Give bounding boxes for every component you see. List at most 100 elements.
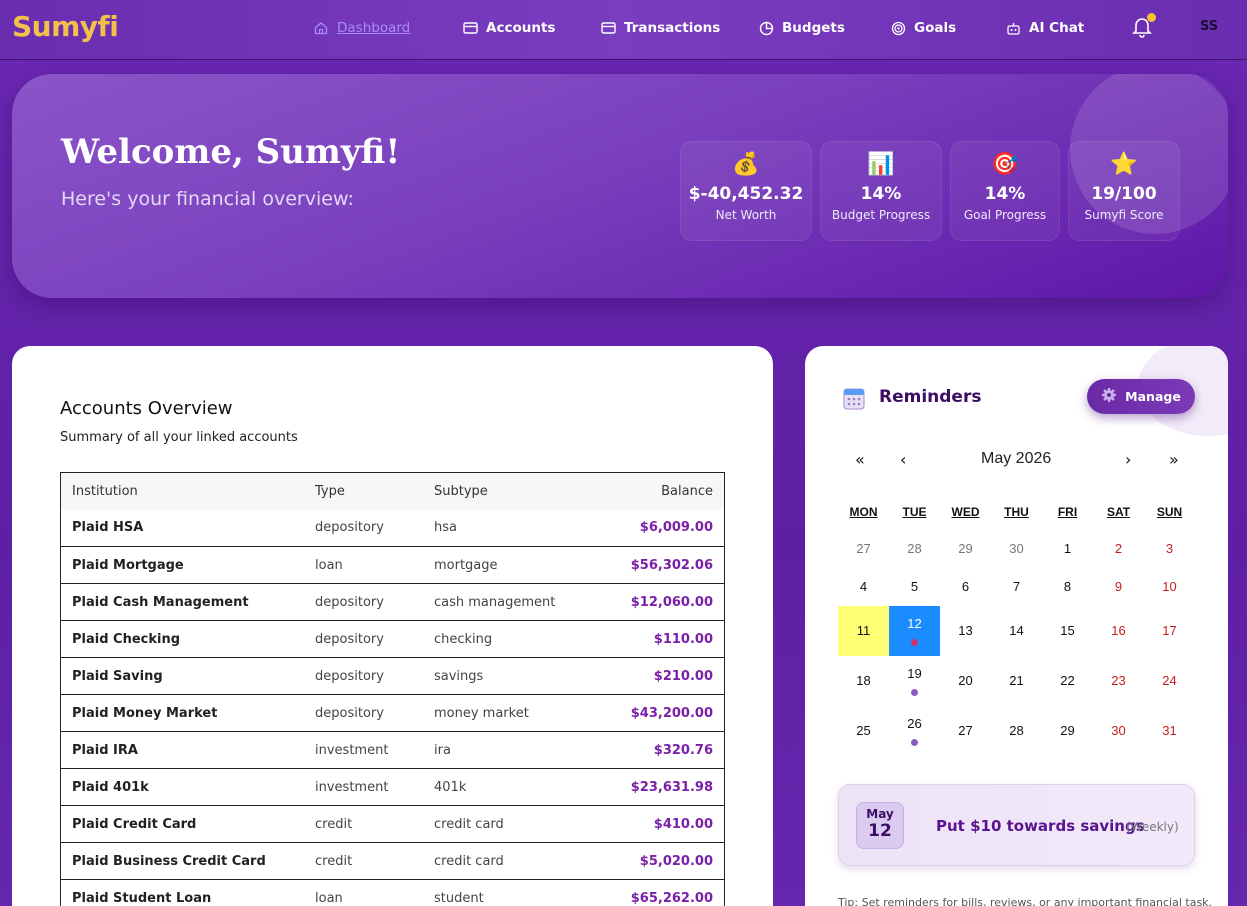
day-number: 29 — [958, 541, 973, 556]
calendar-day[interactable]: 10 — [1144, 568, 1195, 606]
calendar-week-row: 27 28 29 30 1 2 3 — [838, 530, 1195, 568]
column-header[interactable]: Type — [303, 472, 422, 510]
calendar-day[interactable]: 24 — [1144, 656, 1195, 706]
table-row[interactable]: Plaid Credit Card credit credit card $410.0… — [60, 805, 725, 843]
reminder-dot — [911, 689, 918, 696]
calendar-day[interactable]: 3 — [1144, 530, 1195, 568]
type-cell: loan — [303, 546, 422, 584]
calendar-day-outside[interactable]: 30 — [991, 530, 1042, 568]
nav-budgets[interactable]: Budgets — [758, 17, 845, 39]
type-cell: loan — [303, 879, 422, 906]
reminders-card: Reminders Manage « ‹ May 2026 › » MON TU… — [805, 346, 1228, 906]
calendar-month-label[interactable]: May 2026 — [981, 450, 1051, 468]
calendar-day[interactable]: 14 — [991, 606, 1042, 656]
balance-cell: $110.00 — [592, 620, 725, 658]
calendar-day[interactable]: 9 — [1093, 568, 1144, 606]
nav-ai-chat[interactable]: AI Chat — [1005, 17, 1084, 39]
institution-cell: Plaid Checking — [60, 620, 303, 658]
table-row[interactable]: Plaid Saving depository savings $210.00 — [60, 657, 725, 695]
calendar-day[interactable]: 30 — [1093, 706, 1144, 756]
nav-accounts[interactable]: Accounts — [462, 17, 555, 39]
institution-cell: Plaid Mortgage — [60, 546, 303, 584]
calendar-grid: MON TUE WED THU FRI SAT SUN 27 28 29 30 1 2 3 4… — [838, 494, 1195, 756]
calendar-day[interactable]: 26 — [889, 706, 940, 756]
nav-transactions[interactable]: Transactions — [600, 17, 720, 39]
calendar-day[interactable]: 28 — [991, 706, 1042, 756]
calendar-day[interactable]: 8 — [1042, 568, 1093, 606]
calendar-day-outside[interactable]: 29 — [940, 530, 991, 568]
table-row[interactable]: Plaid Cash Management depository cash mana… — [60, 583, 725, 621]
type-cell: depository — [303, 657, 422, 695]
target-icon: 🎯 — [991, 152, 1019, 177]
calendar-day[interactable]: 22 — [1042, 656, 1093, 706]
calendar-day[interactable]: 15 — [1042, 606, 1093, 656]
day-number: 15 — [1060, 623, 1075, 638]
type-cell: depository — [303, 694, 422, 732]
day-number: 16 — [1111, 623, 1126, 638]
day-number: 31 — [1162, 723, 1177, 738]
card-icon — [600, 20, 616, 36]
calendar-day[interactable]: 20 — [940, 656, 991, 706]
calendar-day[interactable]: 12 — [889, 606, 940, 656]
calendar-day[interactable]: 25 — [838, 706, 889, 756]
reminders-title: Reminders — [879, 387, 982, 407]
day-number: 2 — [1114, 541, 1123, 556]
day-number: 11 — [856, 623, 871, 638]
calendar-day[interactable]: 21 — [991, 656, 1042, 706]
calendar-day[interactable]: 29 — [1042, 706, 1093, 756]
table-row[interactable]: Plaid Money Market depository money market… — [60, 694, 725, 732]
balance-cell: $65,262.00 — [592, 879, 725, 906]
nav-goals[interactable]: Goals — [890, 17, 956, 39]
column-header[interactable]: Balance — [592, 472, 725, 510]
calendar-day[interactable]: 1 — [1042, 530, 1093, 568]
table-row[interactable]: Plaid HSA depository hsa $6,009.00 — [60, 509, 725, 547]
column-header[interactable]: Subtype — [422, 472, 592, 510]
table-row[interactable]: Plaid Checking depository checking $110.00 — [60, 620, 725, 658]
column-header[interactable]: Institution — [60, 472, 303, 510]
calendar-day[interactable]: 23 — [1093, 656, 1144, 706]
table-row[interactable]: Plaid Business Credit Card credit credit c… — [60, 842, 725, 880]
table-row[interactable]: Plaid Mortgage loan mortgage $56,302.06 — [60, 546, 725, 584]
stat-sumyfi-score: ⭐ 19/100 Sumyfi Score — [1068, 141, 1180, 241]
avatar[interactable]: SS — [1200, 19, 1218, 34]
calendar-day[interactable]: 2 — [1093, 530, 1144, 568]
calendar-day[interactable]: 17 — [1144, 606, 1195, 656]
stat-label: Budget Progress — [831, 208, 931, 222]
calendar-day[interactable]: 5 — [889, 568, 940, 606]
calendar-day[interactable]: 6 — [940, 568, 991, 606]
calendar-day[interactable]: 13 — [940, 606, 991, 656]
calendar-day-outside[interactable]: 27 — [838, 530, 889, 568]
gear-icon — [1101, 387, 1117, 406]
subtype-cell: checking — [422, 620, 592, 658]
next-year-button[interactable]: » — [1169, 450, 1179, 469]
calendar-day[interactable]: 31 — [1144, 706, 1195, 756]
table-row[interactable]: Plaid Student Loan loan student $65,262.00 — [60, 879, 725, 906]
calendar-day[interactable]: 19 — [889, 656, 940, 706]
day-number: 10 — [1162, 579, 1177, 594]
calendar-day-outside[interactable]: 28 — [889, 530, 940, 568]
next-month-button[interactable]: › — [1125, 450, 1131, 469]
calendar-day[interactable]: 16 — [1093, 606, 1144, 656]
prev-month-button[interactable]: ‹ — [900, 450, 906, 469]
calendar-day[interactable]: 18 — [838, 656, 889, 706]
calendar-day[interactable]: 4 — [838, 568, 889, 606]
day-number: 28 — [1009, 723, 1024, 738]
manage-button[interactable]: Manage — [1087, 379, 1195, 414]
balance-cell: $5,020.00 — [592, 842, 725, 880]
navbar: Sumyfi Dashboard Accounts Transactions B… — [0, 0, 1247, 60]
reminder-item[interactable]: May 12 Put $10 towards savings (Weekly) — [838, 784, 1195, 866]
calendar-day[interactable]: 7 — [991, 568, 1042, 606]
day-number: 22 — [1060, 673, 1075, 688]
institution-cell: Plaid Student Loan — [60, 879, 303, 906]
calendar-day[interactable]: 11 — [838, 606, 889, 656]
prev-year-button[interactable]: « — [855, 450, 865, 469]
day-number: 27 — [856, 541, 871, 556]
nav-dashboard[interactable]: Dashboard — [313, 17, 410, 39]
brand-logo[interactable]: Sumyfi — [12, 10, 119, 43]
subtype-cell: cash management — [422, 583, 592, 621]
calendar-day[interactable]: 27 — [940, 706, 991, 756]
table-row[interactable]: Plaid IRA investment ira $320.76 — [60, 731, 725, 769]
table-row[interactable]: Plaid 401k investment 401k $23,631.98 — [60, 768, 725, 806]
money-bag-icon: 💰 — [732, 152, 760, 177]
subtype-cell: credit card — [422, 842, 592, 880]
